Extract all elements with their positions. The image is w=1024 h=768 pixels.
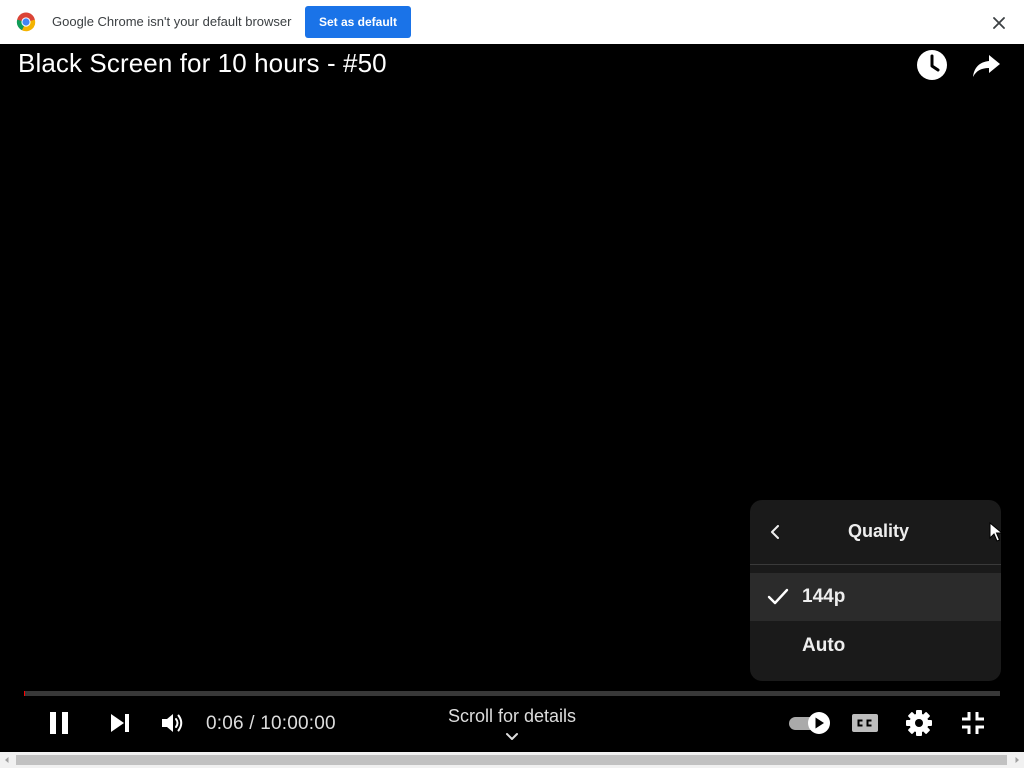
quality-menu-header[interactable]: Quality [750,500,1001,565]
chrome-logo-icon [16,12,36,32]
quality-menu: Quality 144p Auto [750,500,1001,681]
horizontal-scrollbar[interactable] [0,752,1024,768]
autoplay-toggle-icon [789,712,830,734]
gear-icon [906,710,932,736]
mouse-cursor-icon [989,522,1003,542]
scroll-for-details[interactable]: Scroll for details [412,706,612,727]
scroll-left-icon[interactable] [2,755,12,765]
progress-bar[interactable] [24,691,1000,696]
quality-menu-title: Quality [847,521,909,541]
quality-option-label: Auto [802,635,846,656]
share-icon [973,55,1000,77]
closed-captions-icon [852,714,878,732]
check-icon [767,588,789,605]
scroll-right-icon[interactable] [1012,755,1022,765]
close-icon [993,17,1005,29]
pause-button[interactable] [44,707,74,739]
watch-later-button[interactable] [914,47,950,83]
share-button[interactable] [968,47,1004,83]
skip-next-icon [111,714,129,732]
volume-icon [162,714,183,732]
set-as-default-button[interactable]: Set as default [305,6,411,38]
video-player[interactable]: Black Screen for 10 hours - #50 Quality … [0,45,1024,752]
clock-icon [917,50,947,80]
progress-bar-played [24,691,25,696]
scrollbar-thumb[interactable] [16,755,1007,765]
subtitles-button[interactable] [848,709,882,737]
close-infobar-button[interactable] [988,12,1010,34]
default-browser-infobar: Google Chrome isn't your default browser… [0,0,1024,44]
exit-fullscreen-button[interactable] [956,706,990,740]
exit-fullscreen-icon [962,712,984,734]
pause-icon [50,712,68,734]
volume-button[interactable] [156,707,190,739]
chevron-down-icon[interactable] [502,731,522,743]
video-title[interactable]: Black Screen for 10 hours - #50 [18,48,387,79]
autoplay-toggle[interactable] [786,709,834,737]
time-display: 0:06 / 10:00:00 [206,713,336,734]
quality-option-auto[interactable]: Auto [750,622,1001,670]
settings-button[interactable] [902,706,936,740]
infobar-message: Google Chrome isn't your default browser [52,14,292,29]
next-video-button[interactable] [104,707,136,739]
quality-option-label: 144p [802,586,846,607]
quality-option-144p[interactable]: 144p [750,573,1001,621]
